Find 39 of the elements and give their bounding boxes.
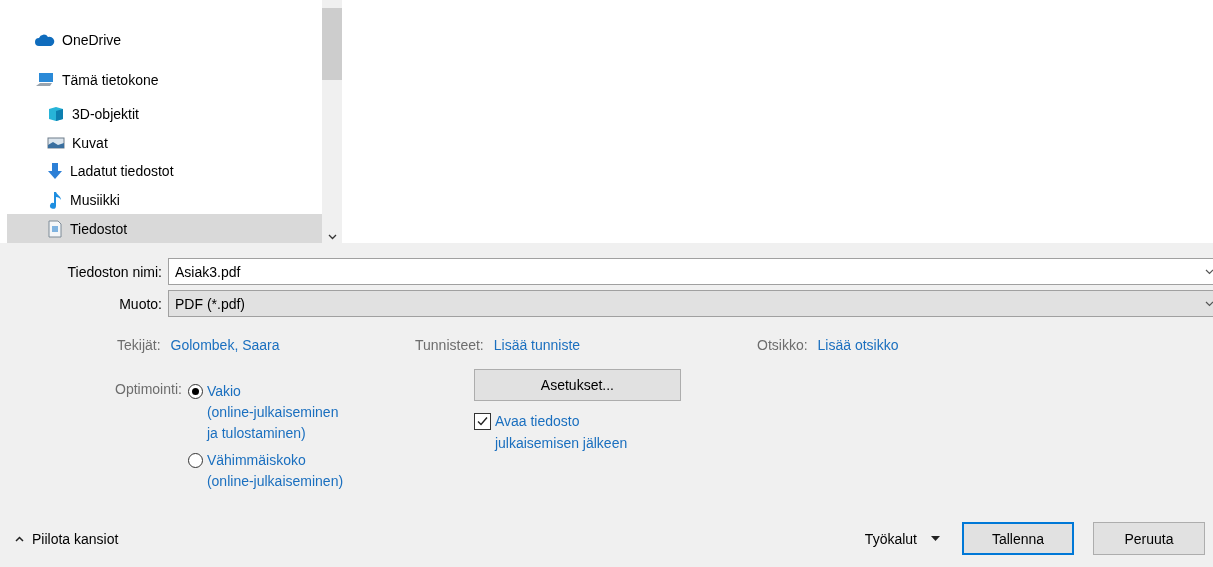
cloud-icon	[35, 33, 55, 46]
scrollbar-thumb[interactable]	[322, 8, 342, 80]
field-label: Muoto:	[118, 295, 163, 312]
metadata-link[interactable]: Lisää otsikko	[817, 337, 899, 353]
optimization-label: Optimointi:	[115, 381, 182, 399]
metadata-link[interactable]: Golombek, Saara	[170, 337, 280, 353]
filename-field[interactable]: Asiak3.pdf	[168, 258, 1213, 285]
chevron-down-icon[interactable]	[327, 234, 337, 240]
music-note-icon	[47, 190, 63, 209]
cube-icon	[47, 105, 65, 122]
open-after-checkbox[interactable]: Avaa tiedosto julkaisemisen jälkeen	[473, 410, 681, 454]
caret-down-icon	[931, 536, 940, 541]
radio-option[interactable]: Vakio (online-julkaiseminen ja tulostaminen)	[187, 381, 474, 444]
folder-item[interactable]: Tämä tietokone	[7, 59, 322, 100]
folder-item[interactable]: Kuvat	[7, 128, 322, 157]
hide-folders-button[interactable]: Piilota kansiot	[15, 530, 119, 547]
folder-item[interactable]: OneDrive	[7, 20, 322, 60]
metadata-label: Otsikko:	[757, 337, 808, 353]
format-dropdown[interactable]: PDF (*.pdf)	[168, 290, 1213, 317]
cancel-button[interactable]: Peruuta	[1093, 522, 1205, 555]
metadata-label: Tekijät:	[117, 337, 161, 353]
chevron-down-icon[interactable]	[1205, 300, 1213, 307]
field-label: Tiedoston nimi:	[66, 263, 163, 280]
settings-button[interactable]: Asetukset...	[473, 369, 681, 401]
chevron-up-icon	[15, 535, 24, 542]
metadata-label: Tunnisteet:	[415, 337, 484, 353]
document-icon	[47, 219, 63, 238]
radio-option[interactable]: Vähimmäiskoko (online-julkaiseminen)	[187, 450, 474, 492]
download-icon	[47, 162, 63, 181]
folder-item[interactable]: Tiedostot	[7, 214, 322, 243]
folder-item[interactable]: Ladatut tiedostot	[7, 156, 322, 186]
computer-icon	[35, 71, 55, 88]
folder-item[interactable]: 3D-objektit	[7, 99, 322, 129]
chevron-down-icon[interactable]	[1205, 268, 1213, 275]
save-button[interactable]: Tallenna	[962, 522, 1074, 555]
tools-menu[interactable]: Työkalut	[864, 530, 940, 547]
metadata-link[interactable]: Lisää tunniste	[493, 337, 581, 353]
picture-icon	[47, 135, 65, 150]
folder-item[interactable]: Musiikki	[7, 185, 322, 215]
